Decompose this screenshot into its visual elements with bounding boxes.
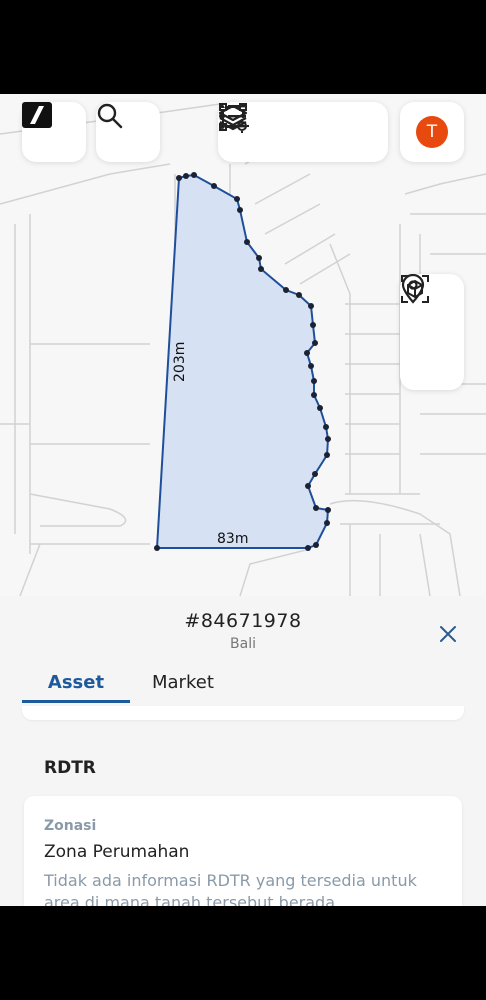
parcel-region: Bali bbox=[230, 636, 256, 652]
detail-tabs: Asset Market bbox=[22, 672, 464, 703]
tab-market[interactable]: Market bbox=[152, 672, 214, 702]
section-title: RDTR bbox=[44, 758, 96, 778]
close-icon[interactable] bbox=[436, 622, 460, 646]
zoning-description: Tidak ada informasi RDTR yang tersedia u… bbox=[44, 871, 417, 906]
bottom-side-length-label: 83m bbox=[217, 531, 248, 547]
app-screen: 203m 83m T #84671978 Bali Asset Market R… bbox=[0, 94, 486, 906]
left-side-length-label: 203m bbox=[172, 342, 188, 382]
zoning-value: Zona Perumahan bbox=[44, 842, 190, 862]
profile-button[interactable]: T bbox=[400, 102, 464, 162]
map-tools-bar bbox=[218, 102, 388, 162]
side-controls bbox=[400, 274, 464, 390]
parcel-detail-sheet: #84671978 Bali Asset Market RDTR Zonasi … bbox=[0, 596, 486, 906]
active-tab-indicator bbox=[22, 700, 130, 703]
previous-card-edge bbox=[22, 706, 464, 720]
zoning-label: Zonasi bbox=[44, 818, 97, 834]
zoning-card: Zonasi Zona Perumahan Tidak ada informas… bbox=[24, 796, 462, 906]
map-view[interactable]: 203m 83m T bbox=[0, 94, 486, 596]
search-button[interactable] bbox=[96, 102, 160, 162]
tab-asset[interactable]: Asset bbox=[22, 672, 130, 702]
avatar: T bbox=[416, 116, 448, 148]
parcel-id: #84671978 bbox=[184, 610, 302, 632]
logo-button[interactable] bbox=[22, 102, 86, 162]
